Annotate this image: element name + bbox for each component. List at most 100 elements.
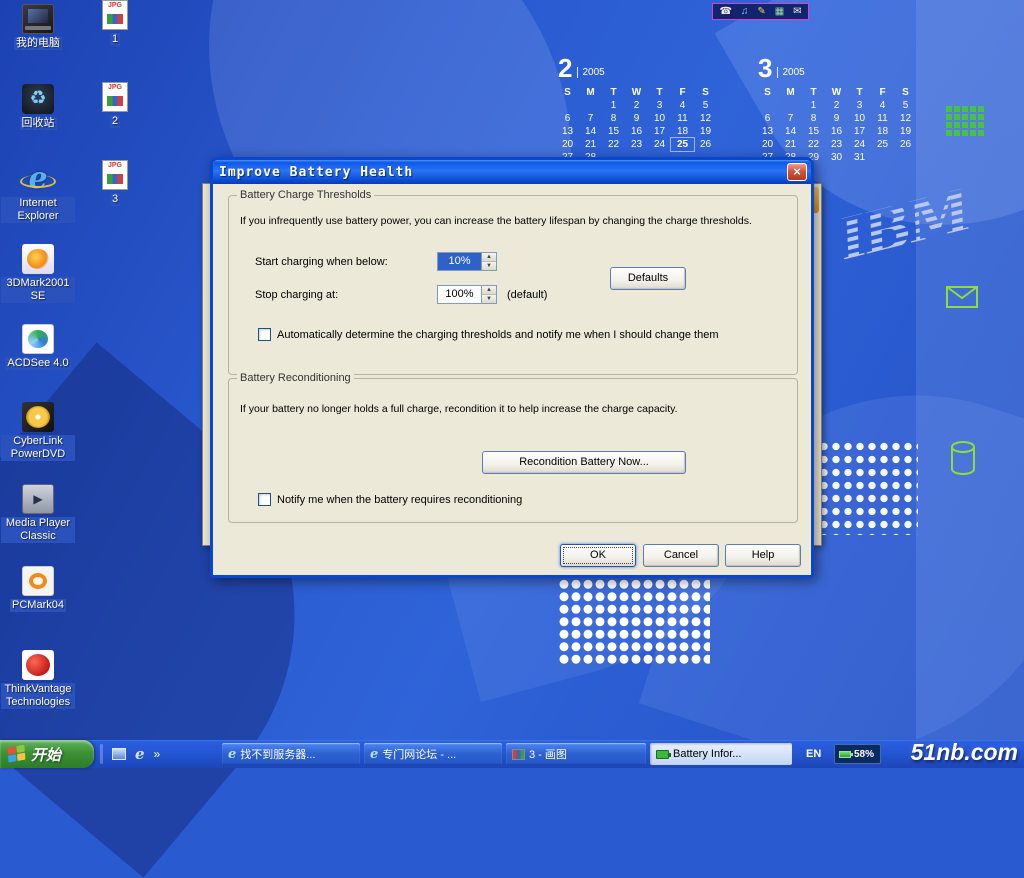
spin-down-button[interactable]: ▼ — [482, 295, 496, 303]
desktop-icon-label: Internet Explorer — [1, 197, 75, 223]
calendar-day: 7 — [579, 112, 602, 125]
calendar-day: 12 — [894, 112, 917, 125]
close-button[interactable]: × — [787, 163, 807, 181]
calendar-day: 12 — [694, 112, 717, 125]
calendar-day: 14 — [579, 125, 602, 138]
calendar-day: 18 — [671, 125, 694, 138]
desktop-icon-thinkvantage[interactable]: ThinkVantage Technologies — [0, 650, 76, 709]
auto-determine-checkbox[interactable] — [258, 328, 271, 341]
language-indicator[interactable]: EN — [806, 748, 821, 760]
calendar-day: 10 — [848, 112, 871, 125]
calendar-day: 4 — [671, 99, 694, 112]
media-player-classic-icon — [22, 484, 54, 514]
jpg-file-icon — [102, 0, 128, 30]
calendar-march-2005: 3 2005 SMTWTFS 1234567891011121314151617… — [752, 54, 922, 164]
spin-up-button[interactable]: ▲ — [482, 286, 496, 295]
battery-icon — [839, 751, 851, 758]
desktop-icon-jpg-3[interactable]: 3 — [77, 160, 153, 206]
calendar-day: 30 — [825, 151, 848, 164]
calendar-weekday-header: T — [848, 86, 871, 99]
spin-down-button[interactable]: ▼ — [482, 262, 496, 270]
start-charging-value[interactable]: 10% — [438, 253, 481, 270]
calendar-day: 26 — [894, 138, 917, 151]
calendar-day: 20 — [756, 138, 779, 151]
calendar-february-2005: 2 2005 SMTWTFS 1234567891011121314151617… — [552, 54, 722, 164]
internet-explorer-icon: e — [370, 747, 378, 762]
cancel-button[interactable]: Cancel — [643, 544, 719, 567]
start-button-label: 开始 — [31, 744, 61, 765]
start-button[interactable]: 开始 — [0, 740, 94, 768]
group-caption: Battery Charge Thresholds — [237, 189, 374, 201]
calendar-day: 11 — [871, 112, 894, 125]
ok-button[interactable]: OK — [560, 544, 636, 567]
acdsee-icon — [22, 324, 54, 354]
notify-recondition-checkbox-label: Notify me when the battery requires reco… — [277, 494, 522, 506]
paint-icon — [512, 749, 525, 760]
phone-icon[interactable] — [719, 4, 731, 19]
calendar-day: 13 — [556, 125, 579, 138]
task-label: 专门网论坛 - ... — [382, 746, 456, 762]
defaults-button[interactable]: Defaults — [610, 267, 686, 290]
internet-explorer-icon[interactable]: e — [135, 744, 145, 764]
calendar-day: 23 — [825, 138, 848, 151]
calendar-days-grid: 1234567891011121314151617181920212223242… — [756, 99, 922, 164]
calendar-weekday-header: W — [825, 86, 848, 99]
dialog-titlebar[interactable]: Improve Battery Health — [213, 160, 811, 184]
desktop-icon-label: CyberLink PowerDVD — [1, 435, 75, 461]
stop-charging-value[interactable]: 100% — [438, 286, 481, 303]
notify-recondition-checkbox[interactable] — [258, 493, 271, 506]
start-charging-spinbox[interactable]: 10% ▲ ▼ — [437, 252, 497, 271]
improve-battery-health-dialog: Improve Battery Health × Battery Charge … — [210, 157, 814, 578]
tray-battery-indicator[interactable]: 58% — [834, 744, 881, 764]
calendar-day: 9 — [825, 112, 848, 125]
desktop-icon-label: 3 — [110, 193, 120, 206]
desktop-icon-media-player-classic[interactable]: Media Player Classic — [0, 484, 76, 543]
pen-icon[interactable] — [757, 4, 765, 19]
desktop-icon-jpg-2[interactable]: 2 — [77, 82, 153, 128]
desktop-icon-recycle-bin[interactable]: 回收站 — [0, 84, 76, 130]
taskbar-task-ie-forum[interactable]: e 专门网论坛 - ... — [364, 743, 502, 765]
spin-up-button[interactable]: ▲ — [482, 253, 496, 262]
music-icon[interactable] — [741, 4, 749, 19]
desktop-icon-powerdvd[interactable]: CyberLink PowerDVD — [0, 402, 76, 461]
taskbar-task-ie-server-not-found[interactable]: e 找不到服务器... — [222, 743, 360, 765]
calendar-day: 24 — [848, 138, 871, 151]
desktop-icon-my-computer[interactable]: 我的电脑 — [0, 4, 76, 50]
default-note: (default) — [507, 289, 547, 301]
desktop-icon-jpg-1[interactable]: 1 — [77, 0, 153, 46]
desktop-icon-label: ACDSee 4.0 — [5, 357, 70, 370]
calendar-day: 8 — [802, 112, 825, 125]
desktop-icon-pcmark04[interactable]: PCMark04 — [0, 566, 76, 612]
desktop-icon-internet-explorer[interactable]: Internet Explorer — [0, 164, 76, 223]
help-button[interactable]: Help — [725, 544, 801, 567]
calendar-day: 22 — [802, 138, 825, 151]
stop-charging-spinbox[interactable]: 100% ▲ ▼ — [437, 285, 497, 304]
calendar-weekday-header: T — [648, 86, 671, 99]
auto-determine-checkbox-label: Automatically determine the charging thr… — [277, 329, 718, 341]
quick-launch-more-chevron[interactable]: » — [154, 747, 161, 761]
calendar-month-number: 3 — [758, 54, 772, 82]
grid-icon[interactable] — [775, 4, 784, 19]
show-desktop-icon[interactable] — [112, 748, 126, 760]
taskbar-task-battery-information-active[interactable]: Battery Infor... — [650, 743, 792, 765]
desktop-icon-label: 3DMark2001 SE — [1, 277, 75, 303]
calendar-day — [556, 99, 579, 112]
desktop-icon-acdsee[interactable]: ACDSee 4.0 — [0, 324, 76, 370]
desktop-icon-3dmark2001[interactable]: 3DMark2001 SE — [0, 244, 76, 303]
calendar-day: 10 — [648, 112, 671, 125]
recondition-battery-button[interactable]: Recondition Battery Now... — [482, 451, 686, 474]
calendar-day: 7 — [779, 112, 802, 125]
floating-mini-toolbar[interactable] — [712, 3, 809, 20]
stop-charging-label: Stop charging at: — [255, 289, 338, 301]
group-caption: Battery Reconditioning — [237, 372, 354, 384]
calendar-day: 14 — [779, 125, 802, 138]
mail-icon[interactable] — [793, 4, 801, 19]
calendar-day: 9 — [625, 112, 648, 125]
calendar-day: 18 — [871, 125, 894, 138]
desktop-icon-label: Media Player Classic — [1, 517, 75, 543]
taskbar-task-paint[interactable]: 3 - 画图 — [506, 743, 646, 765]
calendar-days-grid: 1234567891011121314151617181920212223242… — [556, 99, 722, 164]
powerdvd-icon — [22, 402, 54, 432]
calendar-weekday-header: S — [894, 86, 917, 99]
calendar-day: 1 — [602, 99, 625, 112]
